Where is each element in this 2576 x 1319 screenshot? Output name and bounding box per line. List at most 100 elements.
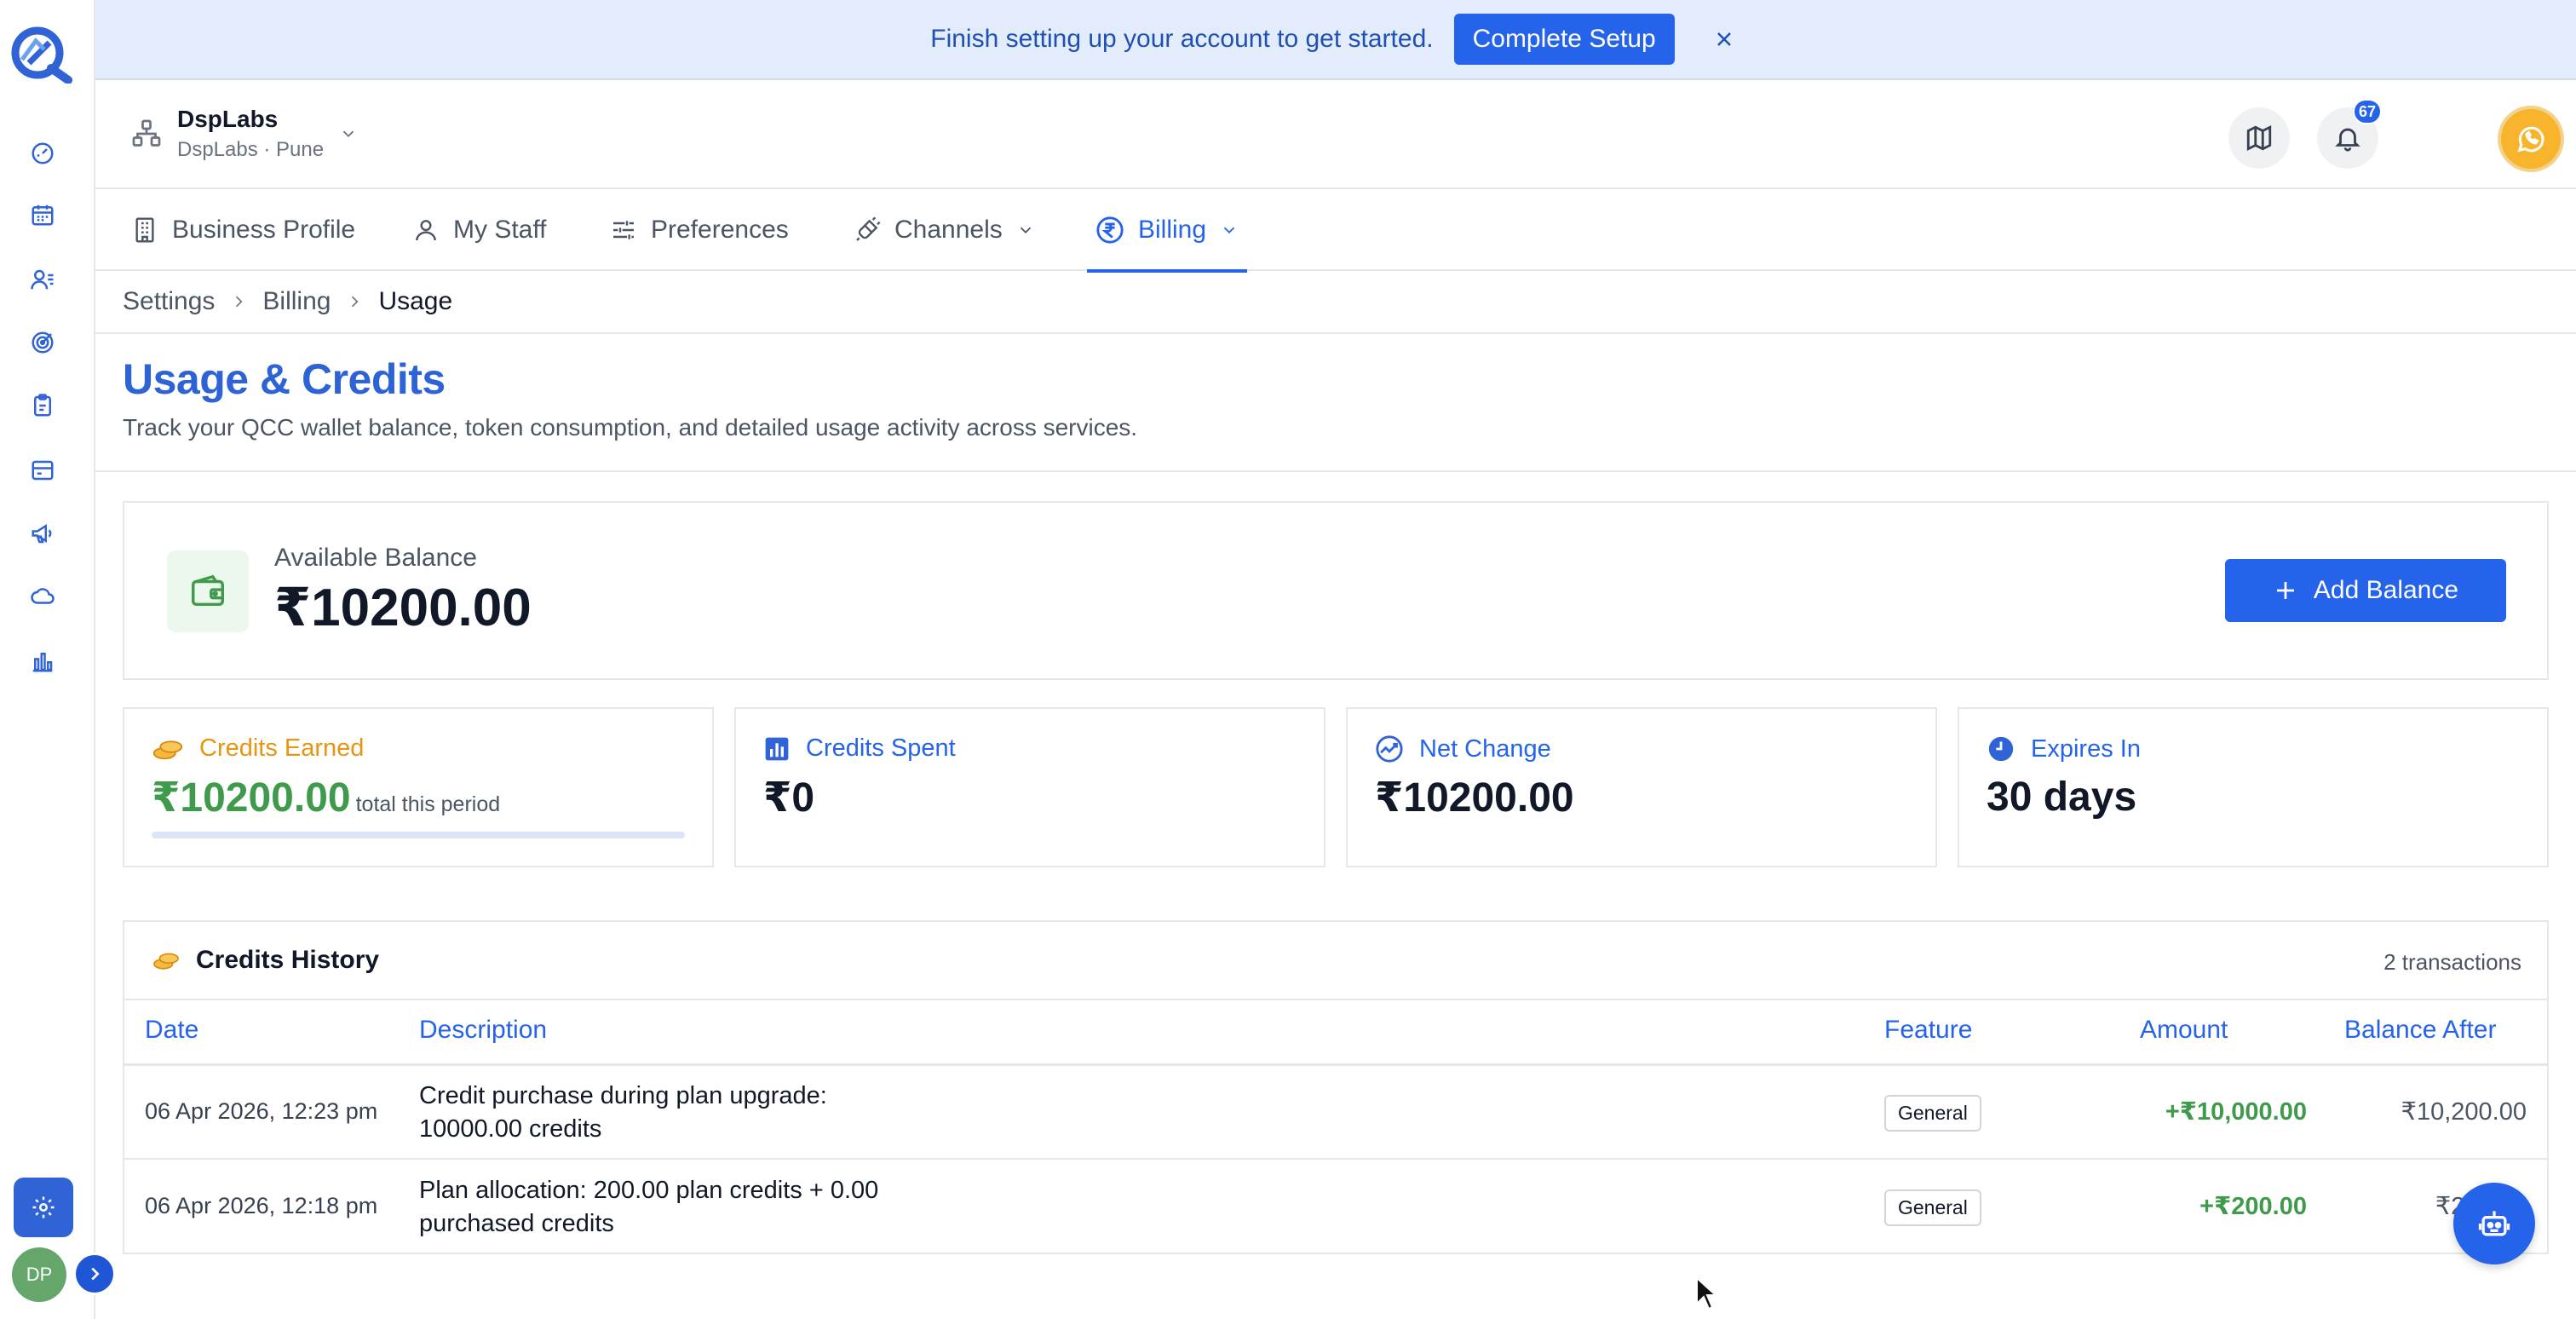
- breadcrumb-billing[interactable]: Billing: [262, 287, 331, 316]
- plus-icon: [2276, 582, 2294, 599]
- add-balance-button[interactable]: Add Balance: [2225, 559, 2506, 622]
- contacts-icon[interactable]: [26, 262, 60, 297]
- page-header: Usage & Credits Track your QCC wallet ba…: [95, 334, 2576, 472]
- chevron-down-icon: [1020, 227, 1031, 234]
- user-icon: [416, 220, 436, 241]
- expires-in-label: Expires In: [1987, 734, 2141, 763]
- bar-chart-icon[interactable]: [26, 644, 60, 678]
- column-header-amount[interactable]: Amount: [2140, 1016, 2228, 1045]
- tab-preferences[interactable]: Preferences: [610, 189, 789, 271]
- tab-my-staff[interactable]: My Staff: [412, 189, 546, 271]
- breadcrumb: Settings Billing Usage: [95, 271, 2576, 334]
- app-logo[interactable]: [10, 24, 75, 84]
- expand-sidebar-button[interactable]: [73, 1253, 116, 1295]
- net-change-label: Net Change: [1375, 734, 1551, 763]
- column-header-balance-after[interactable]: Balance After: [2344, 1016, 2496, 1045]
- balance-label: Available Balance: [274, 544, 477, 572]
- row-balance-after: ₹10,200.00: [2401, 1098, 2527, 1126]
- credits-earned-card: Credits Earned ₹10200.00 total this perio…: [123, 707, 714, 867]
- tab-channels[interactable]: Channels: [854, 189, 1035, 271]
- expires-in-value: 30 days: [1987, 775, 2137, 820]
- top-header: DspLabs DspLabs · Pune 67 DP: [95, 82, 2576, 189]
- target-icon[interactable]: [26, 325, 60, 360]
- map-button[interactable]: [2228, 107, 2290, 169]
- bell-icon: [2335, 128, 2360, 152]
- settings-button[interactable]: [14, 1178, 73, 1237]
- credits-history-title: Credits History: [152, 946, 379, 975]
- setup-banner-message: Finish setting up your account to get st…: [930, 25, 1434, 53]
- table-row[interactable]: 06 Apr 2026, 12:18 pm Plan allocation: 2…: [124, 1161, 2547, 1254]
- notifications-button[interactable]: 67: [2317, 99, 2382, 169]
- left-sidebar: DP: [0, 0, 116, 1319]
- org-location: DspLabs · Pune: [177, 138, 325, 161]
- credits-spent-label: Credits Spent: [763, 734, 956, 763]
- gear-icon: [32, 1196, 55, 1218]
- tab-label: Channels: [894, 216, 1003, 244]
- setup-banner: Finish setting up your account to get st…: [95, 0, 2576, 80]
- credits-spent-card: Credits Spent ₹0: [734, 707, 1325, 867]
- page-subtitle: Track your QCC wallet balance, token con…: [123, 414, 1138, 441]
- building-icon: [135, 217, 154, 243]
- settings-tabs: Business Profile My Staff Preferences Ch…: [95, 189, 2576, 273]
- column-header-description[interactable]: Description: [419, 1016, 547, 1045]
- chatbot-button[interactable]: [2453, 1183, 2535, 1264]
- dashboard-icon[interactable]: [26, 136, 60, 170]
- tab-label: Business Profile: [172, 216, 356, 244]
- close-banner-button[interactable]: [1707, 22, 1741, 56]
- notification-badge: 67: [2353, 99, 2382, 124]
- chevron-down-icon: [1223, 227, 1235, 234]
- rupee-icon: [1096, 216, 1124, 244]
- tab-business-profile[interactable]: Business Profile: [131, 189, 355, 271]
- row-amount: +₹200.00: [2199, 1193, 2307, 1220]
- wallet-icon: [167, 550, 249, 632]
- balance-value: ₹10200.00: [274, 579, 532, 637]
- breadcrumb-usage: Usage: [378, 287, 453, 315]
- row-feature-badge: General: [1884, 1095, 1981, 1132]
- tab-billing[interactable]: Billing: [1086, 189, 1248, 273]
- row-description: Credit purchase during plan upgrade: 100…: [419, 1082, 827, 1143]
- add-balance-label: Add Balance: [2313, 576, 2459, 604]
- org-switcher[interactable]: DspLabs DspLabs · Pune: [131, 106, 358, 162]
- mouse-cursor: [1695, 1276, 1719, 1310]
- whatsapp-icon: [2517, 126, 2544, 153]
- tab-label: Billing: [1138, 216, 1207, 244]
- row-description: Plan allocation: 200.00 plan credits + 0…: [419, 1177, 879, 1237]
- table-row[interactable]: 06 Apr 2026, 12:23 pm Credit purchase du…: [124, 1066, 2547, 1160]
- credits-earned-suffix: total this period: [355, 792, 501, 816]
- credits-history-header: Credits History 2 transactions: [124, 922, 2547, 1000]
- column-header-feature[interactable]: Feature: [1884, 1016, 1972, 1045]
- breadcrumb-settings[interactable]: Settings: [123, 287, 215, 316]
- net-change-value: ₹10200.00: [1375, 775, 1574, 821]
- column-header-date[interactable]: Date: [145, 1016, 198, 1045]
- bar-chart-icon: [765, 737, 789, 760]
- megaphone-icon[interactable]: [26, 516, 60, 550]
- clock-icon: [1988, 736, 2014, 762]
- chevron-down-icon: [342, 130, 354, 138]
- balance-card: Available Balance ₹10200.00 Add Balance: [123, 501, 2549, 680]
- tab-label: My Staff: [453, 216, 547, 244]
- coins-icon: [153, 953, 179, 970]
- map-icon: [2246, 124, 2272, 152]
- sliders-icon: [613, 221, 634, 239]
- robot-icon: [2478, 1211, 2510, 1236]
- net-change-card: Net Change ₹10200.00: [1346, 707, 1937, 867]
- whatsapp-button[interactable]: [2498, 106, 2564, 172]
- cloud-icon[interactable]: [26, 579, 60, 613]
- credits-earned-progress: [152, 832, 685, 838]
- plug-icon: [856, 216, 881, 241]
- chevron-right-icon: [91, 1267, 100, 1281]
- row-amount: +₹10,000.00: [2165, 1098, 2307, 1126]
- clipboard-icon[interactable]: [26, 389, 60, 423]
- page-title: Usage & Credits: [123, 355, 446, 403]
- inbox-icon[interactable]: [26, 453, 60, 487]
- org-name: DspLabs: [177, 106, 279, 132]
- complete-setup-button[interactable]: Complete Setup: [1453, 14, 1675, 65]
- trend-icon: [1376, 735, 1403, 763]
- credits-earned-label: Credits Earned: [152, 734, 364, 763]
- credits-earned-value: ₹10200.00 total this period: [152, 775, 501, 821]
- calendar-icon[interactable]: [26, 198, 60, 232]
- user-avatar-sidebar[interactable]: DP: [12, 1247, 66, 1302]
- credits-history-card: Credits History 2 transactions Date Desc…: [123, 920, 2549, 1254]
- chevron-right-icon: [352, 296, 359, 308]
- chevron-right-icon: [236, 296, 243, 308]
